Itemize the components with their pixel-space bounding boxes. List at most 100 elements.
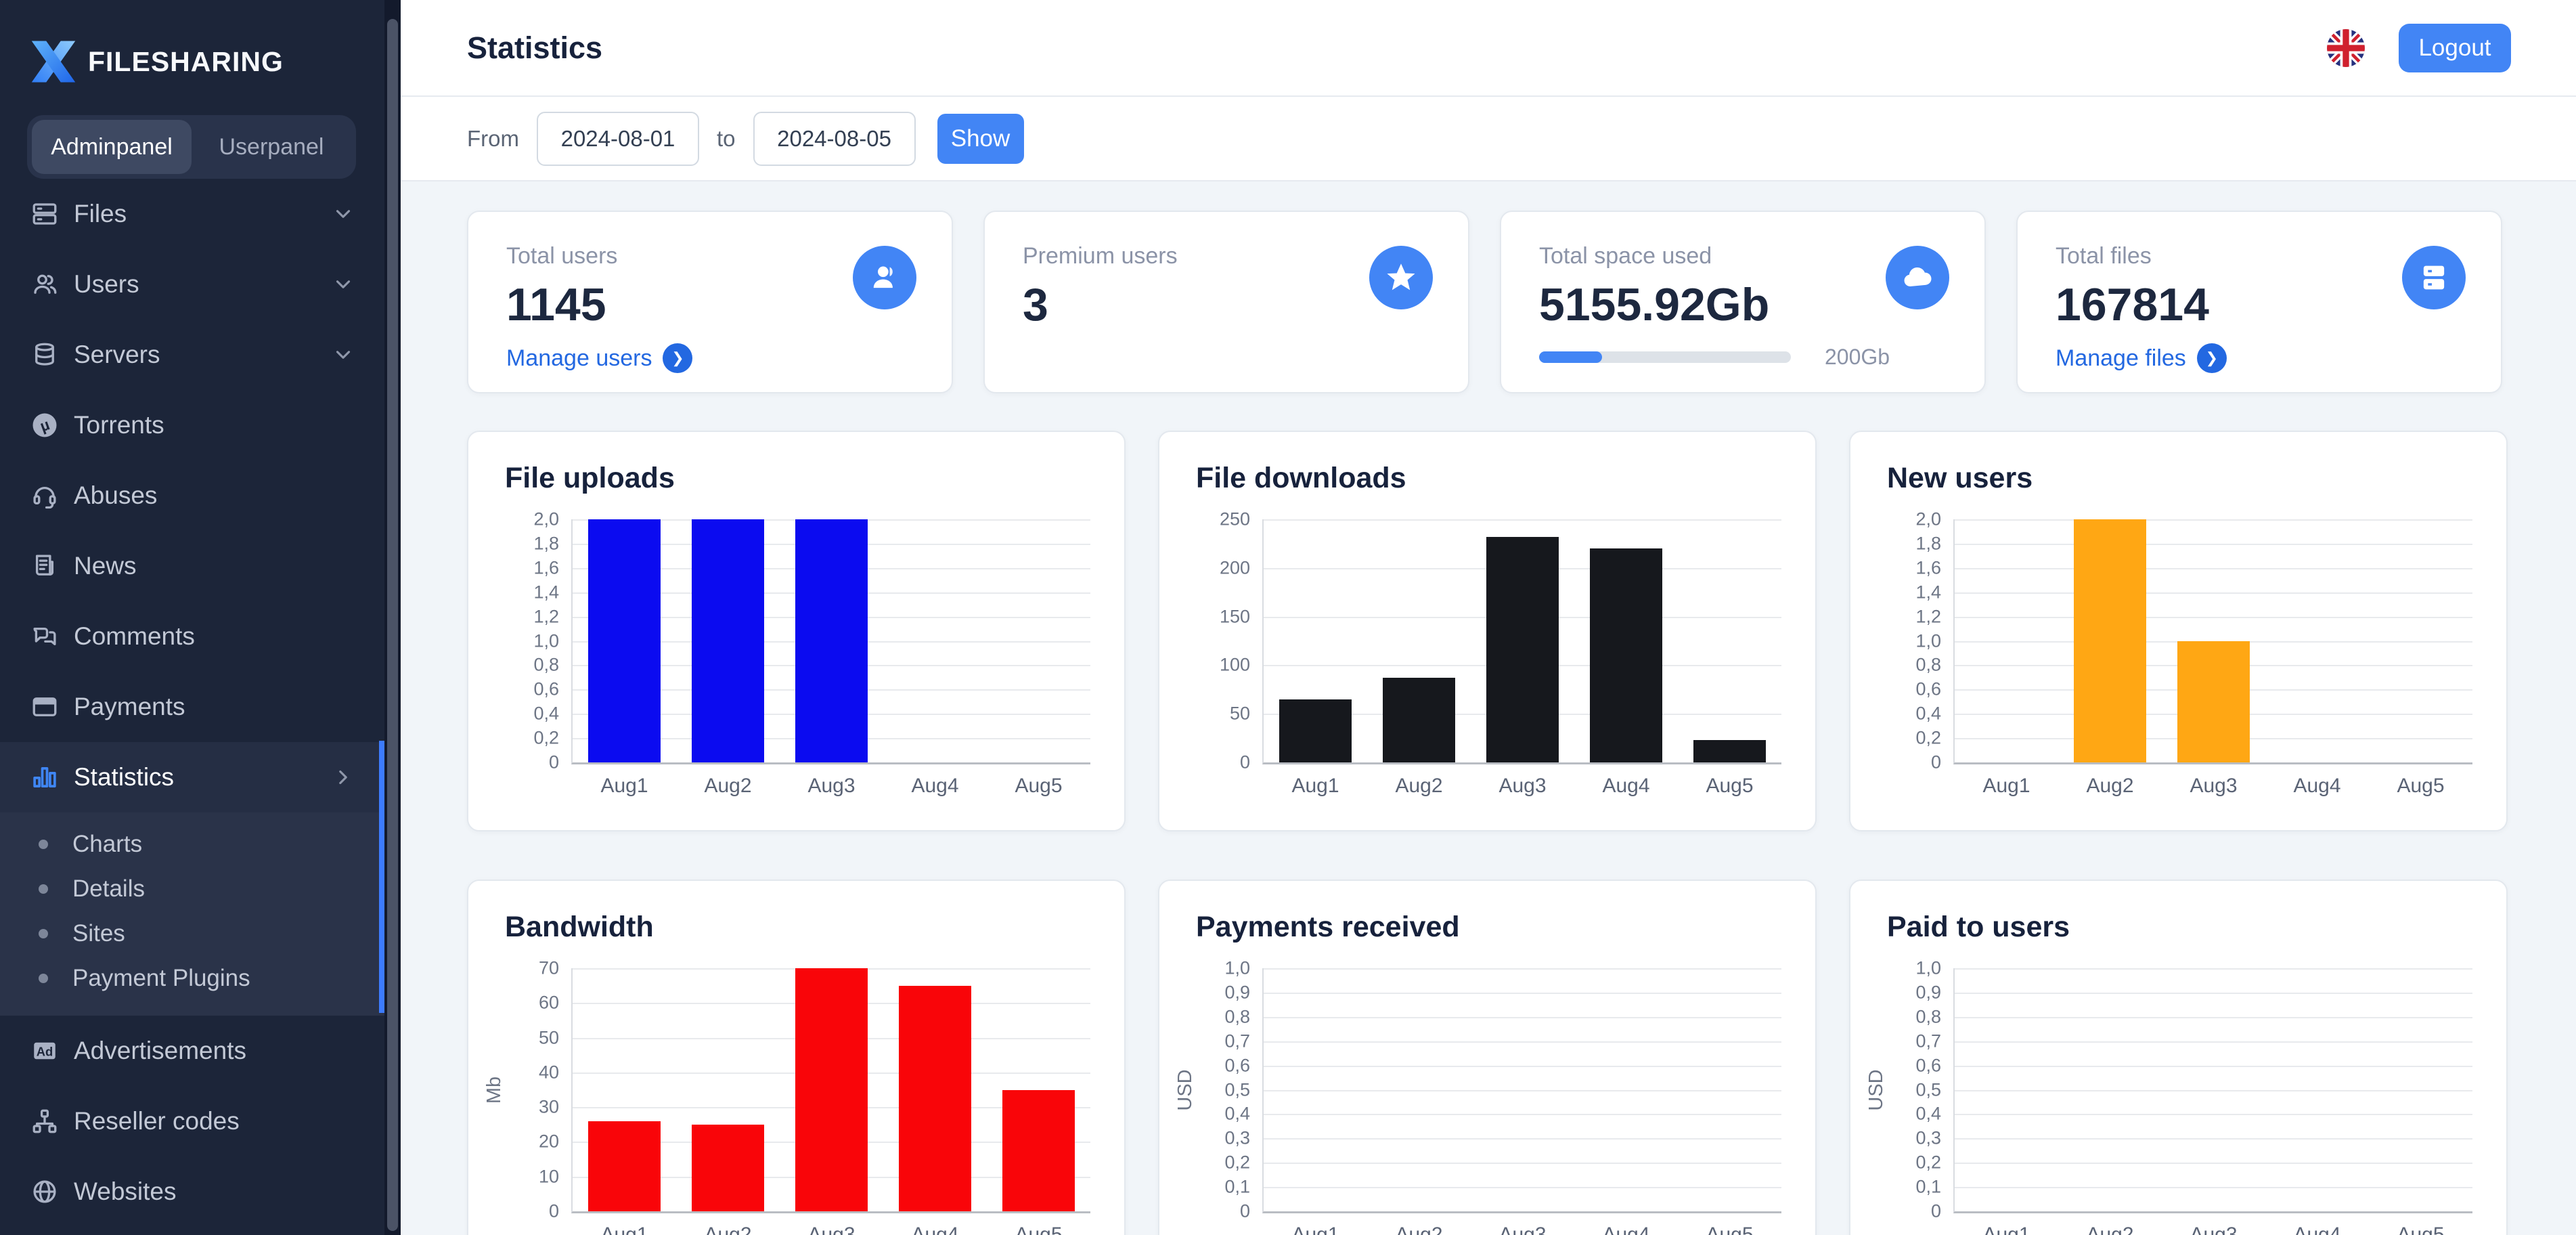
sidebar-item-label: News	[74, 552, 137, 580]
sidebar-item-torrents[interactable]: µ Torrents	[0, 390, 384, 460]
sidebar-item-abuses[interactable]: Abuses	[0, 460, 384, 531]
manage-files-link[interactable]: Manage files ❯	[2056, 343, 2227, 373]
y-tick-label: 1,8	[533, 533, 559, 554]
brand-logo[interactable]: FILESHARING	[24, 32, 284, 91]
sidebar-item-label: Abuses	[74, 481, 158, 509]
x-tick-label: Aug3	[1498, 1223, 1547, 1235]
y-tick-label: 1,0	[1915, 957, 1941, 978]
sidebar-item-users[interactable]: Users	[0, 249, 384, 320]
sidebar-subitem-payment-plugins[interactable]: Payment Plugins	[0, 956, 384, 1001]
logout-button[interactable]: Logout	[2399, 23, 2511, 72]
y-tick-label: 50	[1229, 703, 1250, 724]
y-tick-label: 0,4	[1915, 703, 1941, 724]
show-button[interactable]: Show	[937, 113, 1024, 164]
y-tick-label: 1,8	[1915, 533, 1941, 554]
sidebar: FILESHARING Adminpanel Userpanel Files Us…	[0, 0, 401, 1235]
bullet-icon	[39, 974, 48, 983]
date-from-input[interactable]	[537, 111, 699, 166]
y-tick-label: 40	[538, 1062, 559, 1083]
sidebar-item-label: Advertisements	[74, 1037, 246, 1064]
chart-title: Payments received	[1196, 911, 1460, 943]
userpanel-toggle[interactable]: Userpanel	[192, 120, 351, 174]
manage-users-link[interactable]: Manage users ❯	[506, 343, 693, 373]
sidebar-item-advertisements[interactable]: Ad Advertisements	[0, 1016, 384, 1086]
sidebar-item-label: Files	[74, 200, 127, 228]
x-tick-label: Aug2	[704, 1223, 752, 1235]
y-tick-label: 30	[538, 1096, 559, 1117]
y-tick-label: 70	[538, 957, 559, 978]
drawer-icon	[2402, 246, 2466, 309]
y-tick-label: 0,9	[1224, 982, 1250, 1003]
y-tick-label: 2,0	[1915, 508, 1941, 529]
chart-title: Bandwidth	[505, 911, 654, 943]
uk-flag-icon[interactable]	[2327, 28, 2365, 67]
y-tick-label: 0,8	[533, 654, 559, 675]
y-tick-label: 100	[1219, 654, 1250, 675]
card-label: Total space used	[1539, 243, 1712, 269]
y-axis-unit-label: Mb	[483, 1076, 505, 1104]
file-uploads-plot: 0 0,2 0,4 0,6 0,8 1,0 1,2 1,4 1,6 1,8 2,0 Aug1 Aug2 A…	[533, 509, 1090, 797]
adminpanel-toggle[interactable]: Adminpanel	[32, 120, 192, 174]
card-value: 1145	[506, 279, 606, 330]
y-tick-label: 200	[1219, 557, 1250, 578]
chart-title: Paid to users	[1887, 911, 2070, 943]
y-tick-label: 0	[1930, 752, 1941, 773]
y-tick-label: 250	[1219, 508, 1250, 529]
card-label: Total files	[2056, 243, 2152, 269]
sidebar-subitem-label: Details	[72, 875, 145, 902]
y-tick-label: 0,3	[1915, 1127, 1941, 1148]
sidebar-item-label: Comments	[74, 622, 195, 650]
sidebar-item-news[interactable]: News	[0, 531, 384, 601]
sidebar-scrollbar-thumb[interactable]	[387, 19, 398, 1231]
sidebar-item-label: Statistics	[74, 763, 175, 791]
y-tick-label: 1,0	[1224, 957, 1250, 978]
app-root: FILESHARING Adminpanel Userpanel Files Us…	[0, 0, 2576, 1235]
chart-title: File downloads	[1196, 462, 1406, 494]
bar	[1486, 536, 1559, 762]
sidebar-nav: Files Users Servers µ Torrents Abuses News Comm…	[0, 179, 384, 1227]
x-tick-label: Aug1	[600, 1223, 648, 1235]
sidebar-subitem-charts[interactable]: Charts	[0, 822, 384, 867]
premium-users-card: Premium users 3	[983, 211, 1469, 393]
total-users-card: Total users 1145 Manage users ❯	[467, 211, 953, 393]
y-tick-label: 0,7	[1224, 1031, 1250, 1052]
y-tick-label: 0,8	[1915, 1006, 1941, 1027]
y-tick-label: 1,6	[533, 557, 559, 578]
sidebar-item-websites[interactable]: Websites	[0, 1156, 384, 1227]
bar	[795, 968, 868, 1211]
card-value: 3	[1023, 279, 1048, 330]
y-tick-label: 0,6	[1224, 1055, 1250, 1076]
x-tick-label: Aug5	[1015, 775, 1063, 797]
sidebar-item-comments[interactable]: Comments	[0, 601, 384, 672]
y-tick-label: 0,5	[1915, 1079, 1941, 1100]
y-tick-label: 0	[548, 1200, 559, 1221]
sidebar-item-payments[interactable]: Payments	[0, 672, 384, 742]
payments-received-chart-card: Payments received 0 0,1 0,2 0,3 0,4 0,5 0,6 0,7…	[1158, 880, 1817, 1235]
card-label: Premium users	[1023, 243, 1178, 269]
sidebar-item-servers[interactable]: Servers	[0, 320, 384, 390]
sidebar-item-reseller-codes[interactable]: Reseller codes	[0, 1086, 384, 1156]
active-section-indicator	[379, 741, 384, 1013]
sidebar-item-label: Users	[74, 270, 139, 298]
x-tick-label: Aug1	[600, 775, 648, 797]
y-tick-label: 0,3	[1224, 1127, 1250, 1148]
sidebar-subitem-sites[interactable]: Sites	[0, 911, 384, 956]
x-tick-label: Aug3	[807, 1223, 856, 1235]
y-tick-label: 0,2	[1915, 727, 1941, 748]
sidebar-item-statistics[interactable]: Statistics	[0, 742, 384, 812]
sidebar-item-label: Websites	[74, 1177, 177, 1205]
card-label: Total users	[506, 243, 618, 269]
y-tick-label: 0,1	[1224, 1176, 1250, 1197]
y-tick-label: 1,2	[533, 606, 559, 627]
y-tick-label: 0,2	[533, 727, 559, 748]
y-tick-label: 0,1	[1915, 1176, 1941, 1197]
card-value: 167814	[2056, 279, 2209, 330]
sidebar-subitem-details[interactable]: Details	[0, 867, 384, 911]
bullet-icon	[39, 840, 48, 849]
date-to-input[interactable]	[753, 111, 916, 166]
x-tick-label: Aug2	[1395, 775, 1443, 797]
x-tick-label: Aug5	[1706, 1223, 1754, 1235]
x-tick-label: Aug3	[807, 775, 856, 797]
y-tick-label: 0,7	[1915, 1031, 1941, 1052]
sidebar-item-files[interactable]: Files	[0, 179, 384, 249]
